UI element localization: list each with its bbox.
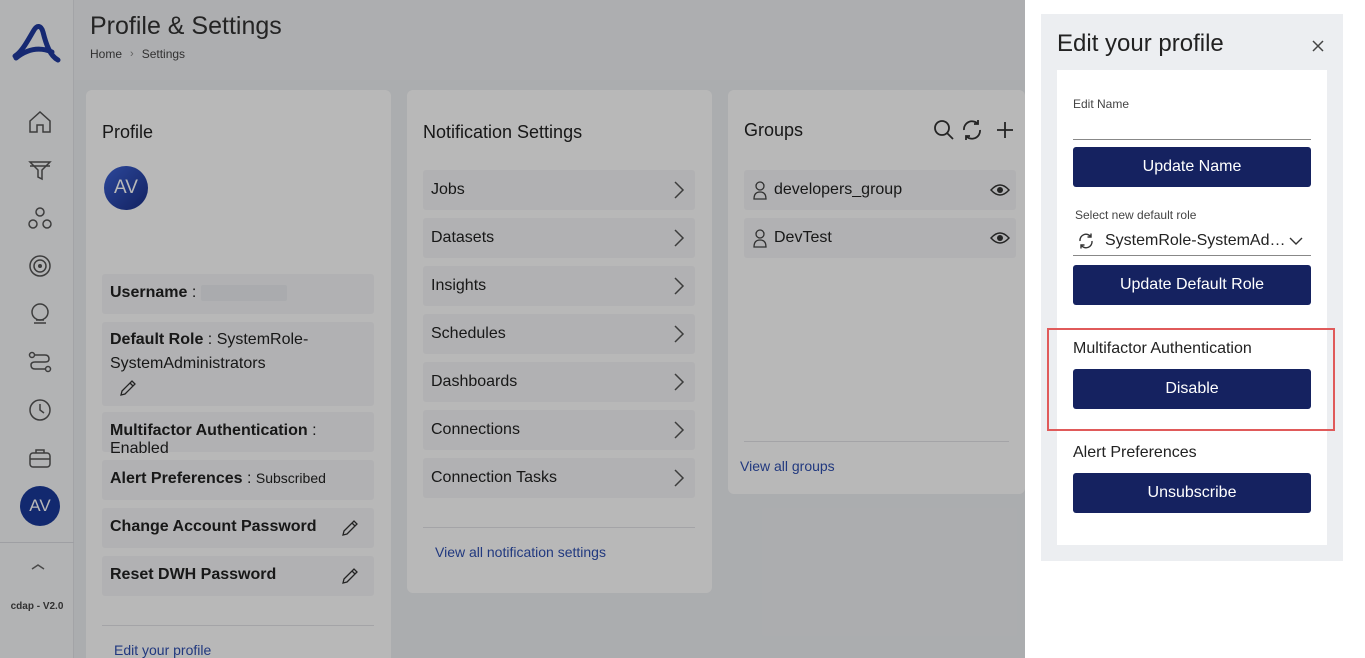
update-default-role-button[interactable]: Update Default Role (1073, 265, 1311, 305)
role-select[interactable]: SystemRole-SystemAdministrators (1073, 226, 1311, 256)
role-select-label: Select new default role (1075, 208, 1197, 222)
disable-mfa-button[interactable]: Disable (1073, 369, 1311, 409)
close-icon[interactable] (1311, 39, 1325, 53)
drawer-container: Edit your profile Edit Name Update Name … (1041, 14, 1343, 561)
mfa-section-title: Multifactor Authentication (1073, 340, 1252, 357)
edit-profile-drawer: Edit your profile Edit Name Update Name … (1025, 0, 1365, 658)
unsubscribe-button[interactable]: Unsubscribe (1073, 473, 1311, 513)
role-select-value: SystemRole-SystemAdministrators (1105, 231, 1289, 249)
edit-name-input[interactable] (1073, 118, 1311, 140)
chevron-down-icon (1289, 237, 1303, 245)
drawer-form: Edit Name Update Name Select new default… (1057, 70, 1327, 545)
refresh-icon (1079, 233, 1093, 248)
update-name-button[interactable]: Update Name (1073, 147, 1311, 187)
drawer-title: Edit your profile (1057, 30, 1224, 57)
modal-backdrop[interactable] (0, 0, 1025, 658)
edit-name-label: Edit Name (1073, 97, 1130, 111)
alerts-section-title: Alert Preferences (1073, 444, 1197, 461)
